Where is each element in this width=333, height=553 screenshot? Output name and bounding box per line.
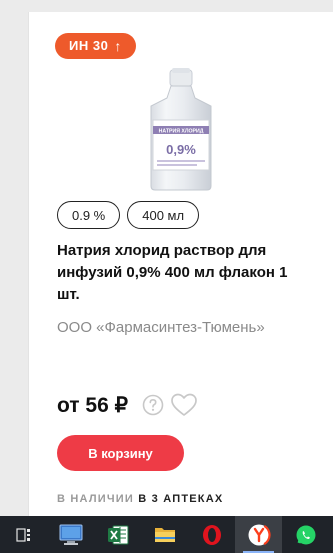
availability-prefix: В НАЛИЧИИ [57,493,134,505]
image-label-name: НАТРИЯ ХЛОРИД [159,129,204,135]
price-row: от 56 ₽ [57,392,198,418]
taskbar [0,516,333,553]
opera-icon [202,524,221,545]
promo-badge: ИН 30 ↑ [55,33,136,59]
taskbar-computer[interactable] [47,516,94,553]
add-to-cart-button[interactable]: В корзину [57,435,184,471]
product-manufacturer: ООО «Фармасинтез-Тюмень» [57,319,265,336]
task-view-icon [15,527,30,542]
taskbar-whatsapp[interactable] [282,516,329,553]
arrow-up-icon: ↑ [114,38,122,54]
product-image[interactable]: НАТРИЯ ХЛОРИД 0,9% [145,68,217,192]
image-label-percent: 0,9% [166,142,196,157]
yandex-browser-icon [246,522,271,547]
promo-badge-label: ИН 30 [69,38,109,53]
variant-chips: 0.9 % 400 мл [57,201,200,229]
computer-icon [59,524,82,545]
taskbar-task-view[interactable] [0,516,47,553]
availability-count: В 3 АПТЕКАХ [138,493,224,505]
heart-icon[interactable] [170,392,198,418]
taskbar-yandex-browser[interactable] [235,516,282,553]
price: от 56 ₽ [57,393,128,417]
availability[interactable]: В НАЛИЧИИ В 3 АПТЕКАХ [57,493,223,505]
chip-volume[interactable]: 400 мл [127,201,200,229]
taskbar-excel[interactable] [94,516,141,553]
whatsapp-icon [296,525,315,544]
folder-icon [154,527,175,542]
chip-concentration[interactable]: 0.9 % [57,201,121,229]
excel-icon [107,525,128,544]
page: ИН 30 ↑ НАТРИЯ ХЛОРИД 0,9% 0.9 % 400 мл … [0,0,333,553]
taskbar-opera[interactable] [188,516,235,553]
question-icon[interactable] [142,394,164,416]
product-title[interactable]: Натрия хлорид раствор для инфузий 0,9% 4… [57,240,297,306]
product-card[interactable]: ИН 30 ↑ НАТРИЯ ХЛОРИД 0,9% 0.9 % 400 мл … [28,12,333,519]
taskbar-folder[interactable] [141,516,188,553]
